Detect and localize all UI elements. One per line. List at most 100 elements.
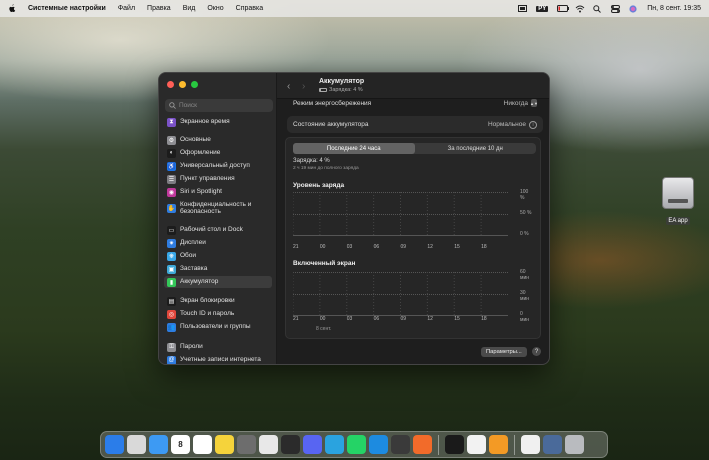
dock-icon: ▭	[167, 225, 176, 235]
x-tick-label: 00	[319, 244, 326, 250]
sidebar-item-displays[interactable]: ✷ Дисплеи	[164, 237, 272, 249]
battery-level-x-axis: 21 00 03 06 09 12 15 18	[293, 244, 508, 252]
at-icon: @	[167, 355, 176, 364]
sidebar-item-users[interactable]: 👥 Пользователи и группы	[164, 321, 272, 333]
menu-clock[interactable]: Пн, 8 сент. 19:35	[647, 5, 701, 12]
battery-health-value-wrap: Нормальное i	[488, 120, 537, 129]
search-input[interactable]	[179, 102, 269, 109]
sidebar-item-screen-time[interactable]: ⧗ Экранное время	[164, 116, 272, 128]
screen-on-heading: Включенный экран	[293, 260, 356, 267]
downloads-stack-icon[interactable]	[543, 435, 562, 454]
launchpad-icon[interactable]	[127, 435, 146, 454]
siri-icon[interactable]	[629, 4, 638, 13]
notes-icon[interactable]	[215, 435, 234, 454]
x-tick-label: 18	[481, 316, 487, 322]
options-button[interactable]: Параметры...	[481, 347, 527, 357]
x-tick-label: 06	[373, 244, 380, 250]
reminders-icon[interactable]	[193, 435, 212, 454]
telegram-icon[interactable]	[325, 435, 344, 454]
control-center-icon[interactable]	[611, 4, 621, 13]
period-segmented-control: Последние 24 часа За последние 10 дн	[293, 143, 536, 154]
title-bar: ‹ › Аккумулятор Зарядка: 4 %	[277, 73, 549, 99]
menu-window[interactable]: Окно	[207, 5, 223, 12]
sidebar-item-lock-screen[interactable]: ▤ Экран блокировки	[164, 295, 272, 307]
keyboard-layout-indicator[interactable]: PY	[536, 5, 549, 12]
menu-view[interactable]: Вид	[183, 5, 196, 12]
dock-separator	[438, 434, 439, 455]
sidebar-item-battery[interactable]: ▮ Аккумулятор	[164, 276, 272, 288]
chatgpt-icon[interactable]	[445, 435, 464, 454]
y-tick: 50 %	[520, 210, 532, 216]
x-tick-label: 00	[319, 316, 326, 322]
sidebar-item-screensaver[interactable]: ▣ Заставка	[164, 263, 272, 275]
charge-status: Зарядка: 4 %	[293, 158, 330, 164]
energy-mode-select[interactable]: Никогда ▲▼	[504, 99, 538, 107]
sidebar-item-touch-id[interactable]: ◎ Touch ID и пароль	[164, 308, 272, 320]
forward-icon[interactable]: ›	[302, 81, 305, 92]
pencil-app-icon[interactable]	[413, 435, 432, 454]
zoom-button[interactable]	[191, 81, 198, 88]
page-title: Аккумулятор	[319, 78, 365, 85]
menu-edit[interactable]: Правка	[147, 5, 171, 12]
docker-icon[interactable]	[369, 435, 388, 454]
search-icon[interactable]	[593, 4, 602, 13]
battery-mini-icon	[319, 88, 327, 92]
battery-icon[interactable]	[557, 4, 570, 13]
sidebar-item-desktop-dock[interactable]: ▭ Рабочий стол и Dock	[164, 224, 272, 236]
x-tick-label: 03	[346, 316, 353, 322]
screen-share-icon[interactable]	[518, 4, 528, 13]
dock-separator	[514, 434, 515, 455]
sidebar-item-passwords[interactable]: ⚿ Пароли	[164, 341, 272, 353]
sidebar-item-control-center[interactable]: ☰ Пункт управления	[164, 173, 272, 185]
x-tick-label: 12	[427, 244, 433, 250]
tab-last-24h[interactable]: Последние 24 часа	[293, 143, 415, 154]
sidebar-item-siri[interactable]: ◉ Siri и Spotlight	[164, 186, 272, 198]
wifi-icon[interactable]	[575, 5, 585, 13]
x-tick-label: 03	[346, 244, 353, 250]
textedit-icon[interactable]	[467, 435, 486, 454]
help-button[interactable]: ?	[532, 347, 541, 356]
sidebar-item-accessibility[interactable]: ♿ Универсальный доступ	[164, 160, 272, 172]
window-controls	[167, 81, 198, 88]
menu-file[interactable]: Файл	[118, 5, 135, 12]
mail-icon[interactable]	[149, 435, 168, 454]
discord-icon[interactable]	[303, 435, 322, 454]
terminal-icon[interactable]	[281, 435, 300, 454]
users-icon: 👥	[167, 322, 176, 332]
x-tick-label: 21	[293, 316, 299, 322]
energy-mode-row: Режим энергосбережения Никогда ▲▼	[287, 97, 543, 109]
sidebar-item-wallpaper[interactable]: ❋ Обои	[164, 250, 272, 262]
books-icon[interactable]	[489, 435, 508, 454]
whatsapp-icon[interactable]	[347, 435, 366, 454]
trash-icon[interactable]	[565, 435, 584, 454]
sidebar-item-appearance[interactable]: ◐ Оформление	[164, 147, 272, 159]
minimize-button[interactable]	[179, 81, 186, 88]
dock: 8	[100, 431, 608, 458]
back-icon[interactable]: ‹	[287, 81, 290, 92]
menu-help[interactable]: Справка	[236, 5, 263, 12]
search-field[interactable]	[165, 99, 273, 112]
system-settings-icon[interactable]	[237, 435, 256, 454]
sidebar-item-privacy[interactable]: ✋ Конфиденциальность и безопасность	[164, 199, 272, 217]
fingerprint-icon: ◎	[167, 309, 176, 319]
finder-icon[interactable]	[105, 435, 124, 454]
x-tick-label: 09	[400, 316, 407, 322]
apple-logo-icon[interactable]	[8, 4, 16, 13]
calculator-icon[interactable]	[391, 435, 410, 454]
calendar-icon[interactable]: 8	[171, 435, 190, 454]
x-tick-label: 09	[400, 244, 407, 250]
chrome-icon[interactable]	[259, 435, 278, 454]
sidebar-item-general[interactable]: ⚙ Основные	[164, 134, 272, 146]
document-icon[interactable]	[521, 435, 540, 454]
menu-app-name[interactable]: Системные настройки	[28, 5, 106, 12]
info-icon[interactable]: i	[529, 120, 537, 129]
close-button[interactable]	[167, 81, 174, 88]
usage-panel: Последние 24 часа За последние 10 дн Зар…	[285, 137, 541, 339]
desktop-drive[interactable]: EA app	[661, 177, 695, 227]
battery-health-row: Состояние аккумулятора Нормальное i	[287, 116, 543, 133]
key-icon: ⚿	[167, 342, 176, 352]
sidebar-item-internet-accounts[interactable]: @ Учетные записи интернета	[164, 354, 272, 364]
battery-icon: ▮	[167, 277, 176, 287]
x-tick-label: 18	[481, 244, 487, 250]
tab-last-10d[interactable]: За последние 10 дн	[415, 143, 537, 154]
